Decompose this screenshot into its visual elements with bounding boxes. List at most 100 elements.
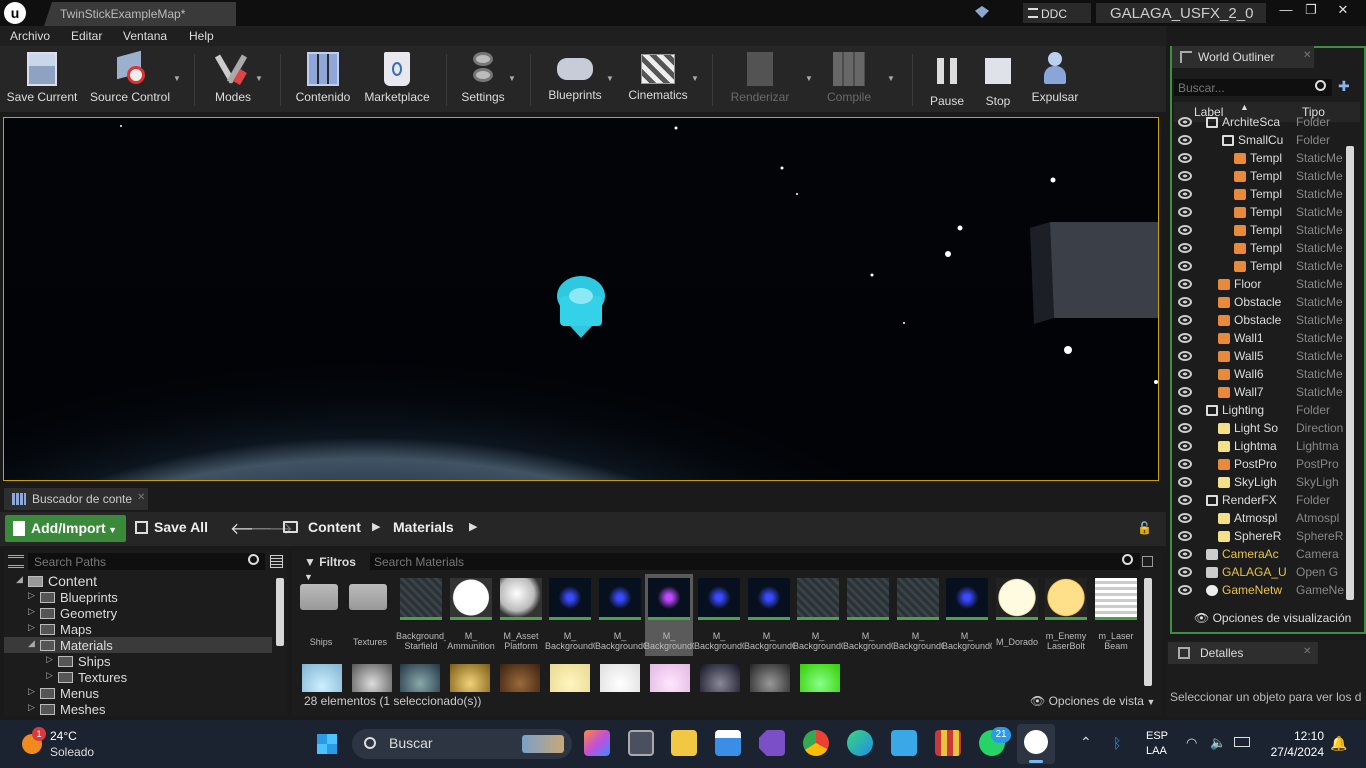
taskbar-search[interactable]: Buscar: [352, 729, 572, 759]
view-options-icon[interactable]: [270, 555, 283, 568]
source-control-button[interactable]: Source Control: [88, 50, 172, 104]
settings-dropdown-icon[interactable]: ▼: [508, 74, 516, 83]
folder-tree-item[interactable]: ▷ Ships: [4, 653, 272, 669]
expand-arrow-icon[interactable]: ▷: [28, 622, 35, 633]
close-tab-icon[interactable]: ✕: [1303, 50, 1311, 61]
expand-arrow-icon[interactable]: ▷: [28, 606, 35, 617]
visibility-eye-icon[interactable]: [1178, 135, 1192, 145]
visibility-eye-icon[interactable]: [1178, 261, 1192, 271]
outliner-row[interactable]: Light So Direction: [1174, 420, 1354, 438]
breadcrumb-separator-icon[interactable]: ▶: [469, 520, 477, 533]
visibility-eye-icon[interactable]: [1178, 297, 1192, 307]
visibility-eye-icon[interactable]: [1178, 369, 1192, 379]
tab-world-outliner[interactable]: World Outliner ✕: [1172, 46, 1314, 68]
asset-thumbnail[interactable]: [302, 664, 342, 692]
expand-arrow-icon[interactable]: ▷: [46, 670, 53, 681]
level-viewport[interactable]: [3, 117, 1159, 481]
visibility-eye-icon[interactable]: [1178, 153, 1192, 163]
outliner-row[interactable]: Templ StaticMe: [1174, 204, 1354, 222]
visibility-eye-icon[interactable]: [1178, 171, 1192, 181]
outliner-row[interactable]: Templ StaticMe: [1174, 186, 1354, 204]
save-current-button[interactable]: Save Current: [6, 50, 78, 104]
outliner-row[interactable]: GALAGA_U Open G: [1174, 564, 1354, 582]
visibility-eye-icon[interactable]: [1178, 513, 1192, 523]
expand-arrow-icon[interactable]: ◢: [28, 638, 35, 649]
folder-tree-item[interactable]: ◢ Materials: [4, 637, 272, 653]
menu-archivo[interactable]: Archivo: [10, 29, 50, 43]
clock-time[interactable]: 12:10: [1282, 729, 1324, 743]
marketplace-button[interactable]: Marketplace: [362, 50, 432, 104]
menu-ventana[interactable]: Ventana: [123, 29, 167, 43]
unreal-logo-icon[interactable]: u: [4, 2, 26, 24]
visibility-eye-icon[interactable]: [1178, 495, 1192, 505]
bluetooth-icon[interactable]: ᛒ: [1113, 735, 1121, 751]
outliner-row[interactable]: Wall6 StaticMe: [1174, 366, 1354, 384]
outliner-row[interactable]: Atmospl Atmospl: [1174, 510, 1354, 528]
weather-description[interactable]: Soleado: [50, 745, 94, 759]
filters-button[interactable]: ▼ Filtros ▼: [296, 553, 362, 582]
asset-thumbnail[interactable]: [600, 664, 640, 692]
outliner-row[interactable]: SmallCu Folder: [1174, 132, 1354, 150]
ddc-button[interactable]: DDC: [1023, 3, 1091, 23]
windows-start-icon[interactable]: [315, 732, 339, 756]
volume-icon[interactable]: 🔈: [1210, 735, 1226, 751]
clock-date[interactable]: 27/4/2024: [1266, 745, 1324, 759]
asset-thumbnail[interactable]: [946, 578, 988, 620]
visibility-eye-icon[interactable]: [1178, 423, 1192, 433]
visual-studio-icon[interactable]: [759, 730, 785, 756]
outliner-row[interactable]: Templ StaticMe: [1174, 222, 1354, 240]
dev-home-icon[interactable]: [584, 730, 610, 756]
asset-thumbnail[interactable]: [750, 664, 790, 692]
blueprints-dropdown-icon[interactable]: ▼: [606, 74, 614, 83]
folder-tree-item[interactable]: ▷ Maps: [4, 621, 272, 637]
tab-content-browser[interactable]: Buscador de conte ✕: [4, 488, 148, 510]
asset-thumbnail[interactable]: [897, 578, 939, 620]
outliner-row[interactable]: Templ StaticMe: [1174, 150, 1354, 168]
visibility-eye-icon[interactable]: [1178, 243, 1192, 253]
asset-thumbnail[interactable]: [549, 578, 591, 620]
task-view-icon[interactable]: [628, 730, 654, 756]
search-icon[interactable]: [1122, 554, 1133, 565]
breadcrumb-materials[interactable]: Materials: [393, 519, 454, 535]
visibility-eye-icon[interactable]: [1178, 225, 1192, 235]
renderizar-dropdown-icon[interactable]: ▼: [805, 74, 813, 83]
folder-tree-item[interactable]: ▷ Textures: [4, 669, 272, 685]
compile-button[interactable]: Compile: [820, 50, 878, 104]
asset-scrollbar[interactable]: [1144, 578, 1152, 686]
cinematics-button[interactable]: Cinematics: [624, 50, 692, 102]
minimize-button[interactable]: —: [1275, 2, 1297, 22]
outliner-row[interactable]: CameraAc Camera: [1174, 546, 1354, 564]
asset-thumbnail[interactable]: [349, 584, 387, 610]
visibility-eye-icon[interactable]: [1178, 207, 1192, 217]
expand-arrow-icon[interactable]: ▷: [28, 702, 35, 713]
sources-list-icon[interactable]: [8, 555, 24, 568]
search-icon[interactable]: [248, 554, 259, 565]
asset-thumbnail[interactable]: [648, 578, 690, 620]
view-options-button[interactable]: 👁 Opciones de vista ▼: [1030, 694, 1155, 708]
breadcrumb-content[interactable]: Content: [308, 519, 361, 535]
menu-help[interactable]: Help: [189, 29, 214, 43]
language-indicator[interactable]: ESP LAA: [1146, 730, 1168, 757]
folder-tree-item[interactable]: ▷ Blueprints: [4, 589, 272, 605]
outliner-row[interactable]: Templ StaticMe: [1174, 240, 1354, 258]
outliner-row[interactable]: SphereR SphereR: [1174, 528, 1354, 546]
visibility-eye-icon[interactable]: [1178, 585, 1192, 595]
asset-thumbnail[interactable]: [500, 578, 542, 620]
asset-thumbnail[interactable]: [599, 578, 641, 620]
outliner-row[interactable]: SkyLigh SkyLigh: [1174, 474, 1354, 492]
tree-scrollbar[interactable]: [276, 578, 284, 646]
outliner-row[interactable]: Templ StaticMe: [1174, 258, 1354, 276]
asset-thumbnail[interactable]: [550, 664, 590, 692]
close-tab-icon[interactable]: ✕: [1303, 646, 1311, 657]
outliner-row[interactable]: Wall5 StaticMe: [1174, 348, 1354, 366]
close-tab-icon[interactable]: ✕: [137, 492, 145, 503]
visibility-eye-icon[interactable]: [1178, 567, 1192, 577]
add-import-button[interactable]: Add/Import ▼: [5, 515, 126, 542]
folder-tree-item[interactable]: ▷ Geometry: [4, 605, 272, 621]
outliner-row[interactable]: Wall1 StaticMe: [1174, 330, 1354, 348]
visibility-eye-icon[interactable]: [1178, 117, 1192, 127]
add-actor-icon[interactable]: ✚: [1338, 78, 1350, 95]
outliner-row[interactable]: Lightma Lightma: [1174, 438, 1354, 456]
cinematics-dropdown-icon[interactable]: ▼: [691, 74, 699, 83]
outliner-row[interactable]: Templ StaticMe: [1174, 168, 1354, 186]
